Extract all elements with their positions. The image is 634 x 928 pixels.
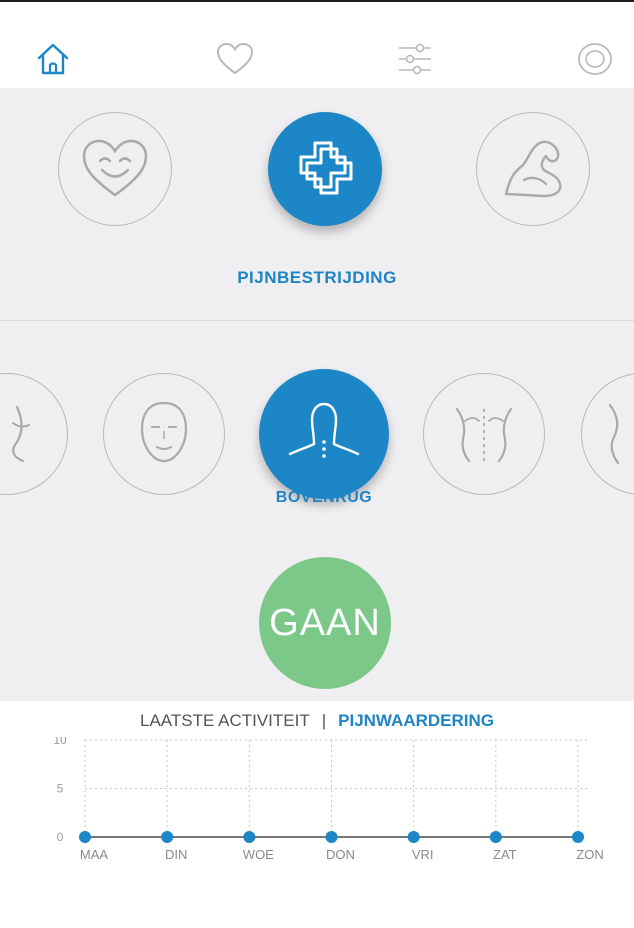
target-icon[interactable] <box>572 36 618 82</box>
x-tick-label: DON <box>326 847 355 862</box>
x-tick-label: MAA <box>80 847 109 862</box>
body-area-head-button[interactable] <box>103 373 225 495</box>
pain-relief-category-button[interactable] <box>268 112 382 226</box>
data-point <box>325 831 338 843</box>
y-tick-label: 5 <box>57 782 64 796</box>
flexed-arm-icon <box>504 140 562 198</box>
y-tick-label: 10 <box>53 737 67 747</box>
pain-rating-panel: LAATSTE ACTIVITEIT | PIJNWAARDERING 10 5 0 MA… <box>0 701 634 928</box>
data-point <box>161 831 174 843</box>
x-tick-label: ZON <box>576 847 603 862</box>
top-nav-bar <box>0 0 634 88</box>
data-point <box>572 831 584 843</box>
lower-back-icon <box>12 405 30 463</box>
x-tick-label: WOE <box>243 847 274 862</box>
home-icon[interactable] <box>30 36 76 82</box>
selected-category-label: PIJNBESTRIJDING <box>237 268 397 287</box>
data-point <box>79 831 91 843</box>
body-area-lower-back-button[interactable] <box>0 373 68 495</box>
body-area-side-button[interactable] <box>581 373 634 495</box>
tab-pain-rating[interactable]: PIJNWAARDERING <box>338 711 494 731</box>
body-area-spine-button[interactable] <box>423 373 545 495</box>
data-point <box>407 831 420 843</box>
x-tick-label: DIN <box>165 847 187 862</box>
medical-cross-icon <box>299 141 353 195</box>
pain-rating-chart: 10 5 0 MAA DIN WOE DON VRI ZAT ZON <box>53 737 603 862</box>
heart-outline-icon[interactable] <box>212 36 258 82</box>
sliders-icon[interactable] <box>392 36 438 82</box>
emotional-category-button[interactable] <box>58 112 172 226</box>
body-area-upper-back-button[interactable] <box>259 369 389 499</box>
data-point <box>243 831 256 843</box>
chart-tabs: LAATSTE ACTIVITEIT | PIJNWAARDERING <box>0 711 634 739</box>
face-icon <box>140 401 188 463</box>
selected-body-area-label: BOVENRUG <box>275 489 373 506</box>
tab-last-activity[interactable]: LAATSTE ACTIVITEIT <box>140 711 310 731</box>
upper-back-spine-icon <box>455 407 513 463</box>
body-area-selector: BOVENRUG GAAN <box>0 321 634 701</box>
tab-separator: | <box>321 711 327 730</box>
x-tick-label: VRI <box>412 847 434 862</box>
smiling-heart-icon <box>82 139 148 197</box>
side-body-icon <box>608 403 620 465</box>
neck-shoulders-icon <box>288 402 360 458</box>
y-tick-label: 0 <box>57 830 64 844</box>
go-button[interactable]: GAAN <box>259 557 391 689</box>
x-tick-label: ZAT <box>493 847 517 862</box>
data-point <box>489 831 502 843</box>
strength-category-button[interactable] <box>476 112 590 226</box>
category-selector: PIJNBESTRIJDING <box>0 88 634 321</box>
